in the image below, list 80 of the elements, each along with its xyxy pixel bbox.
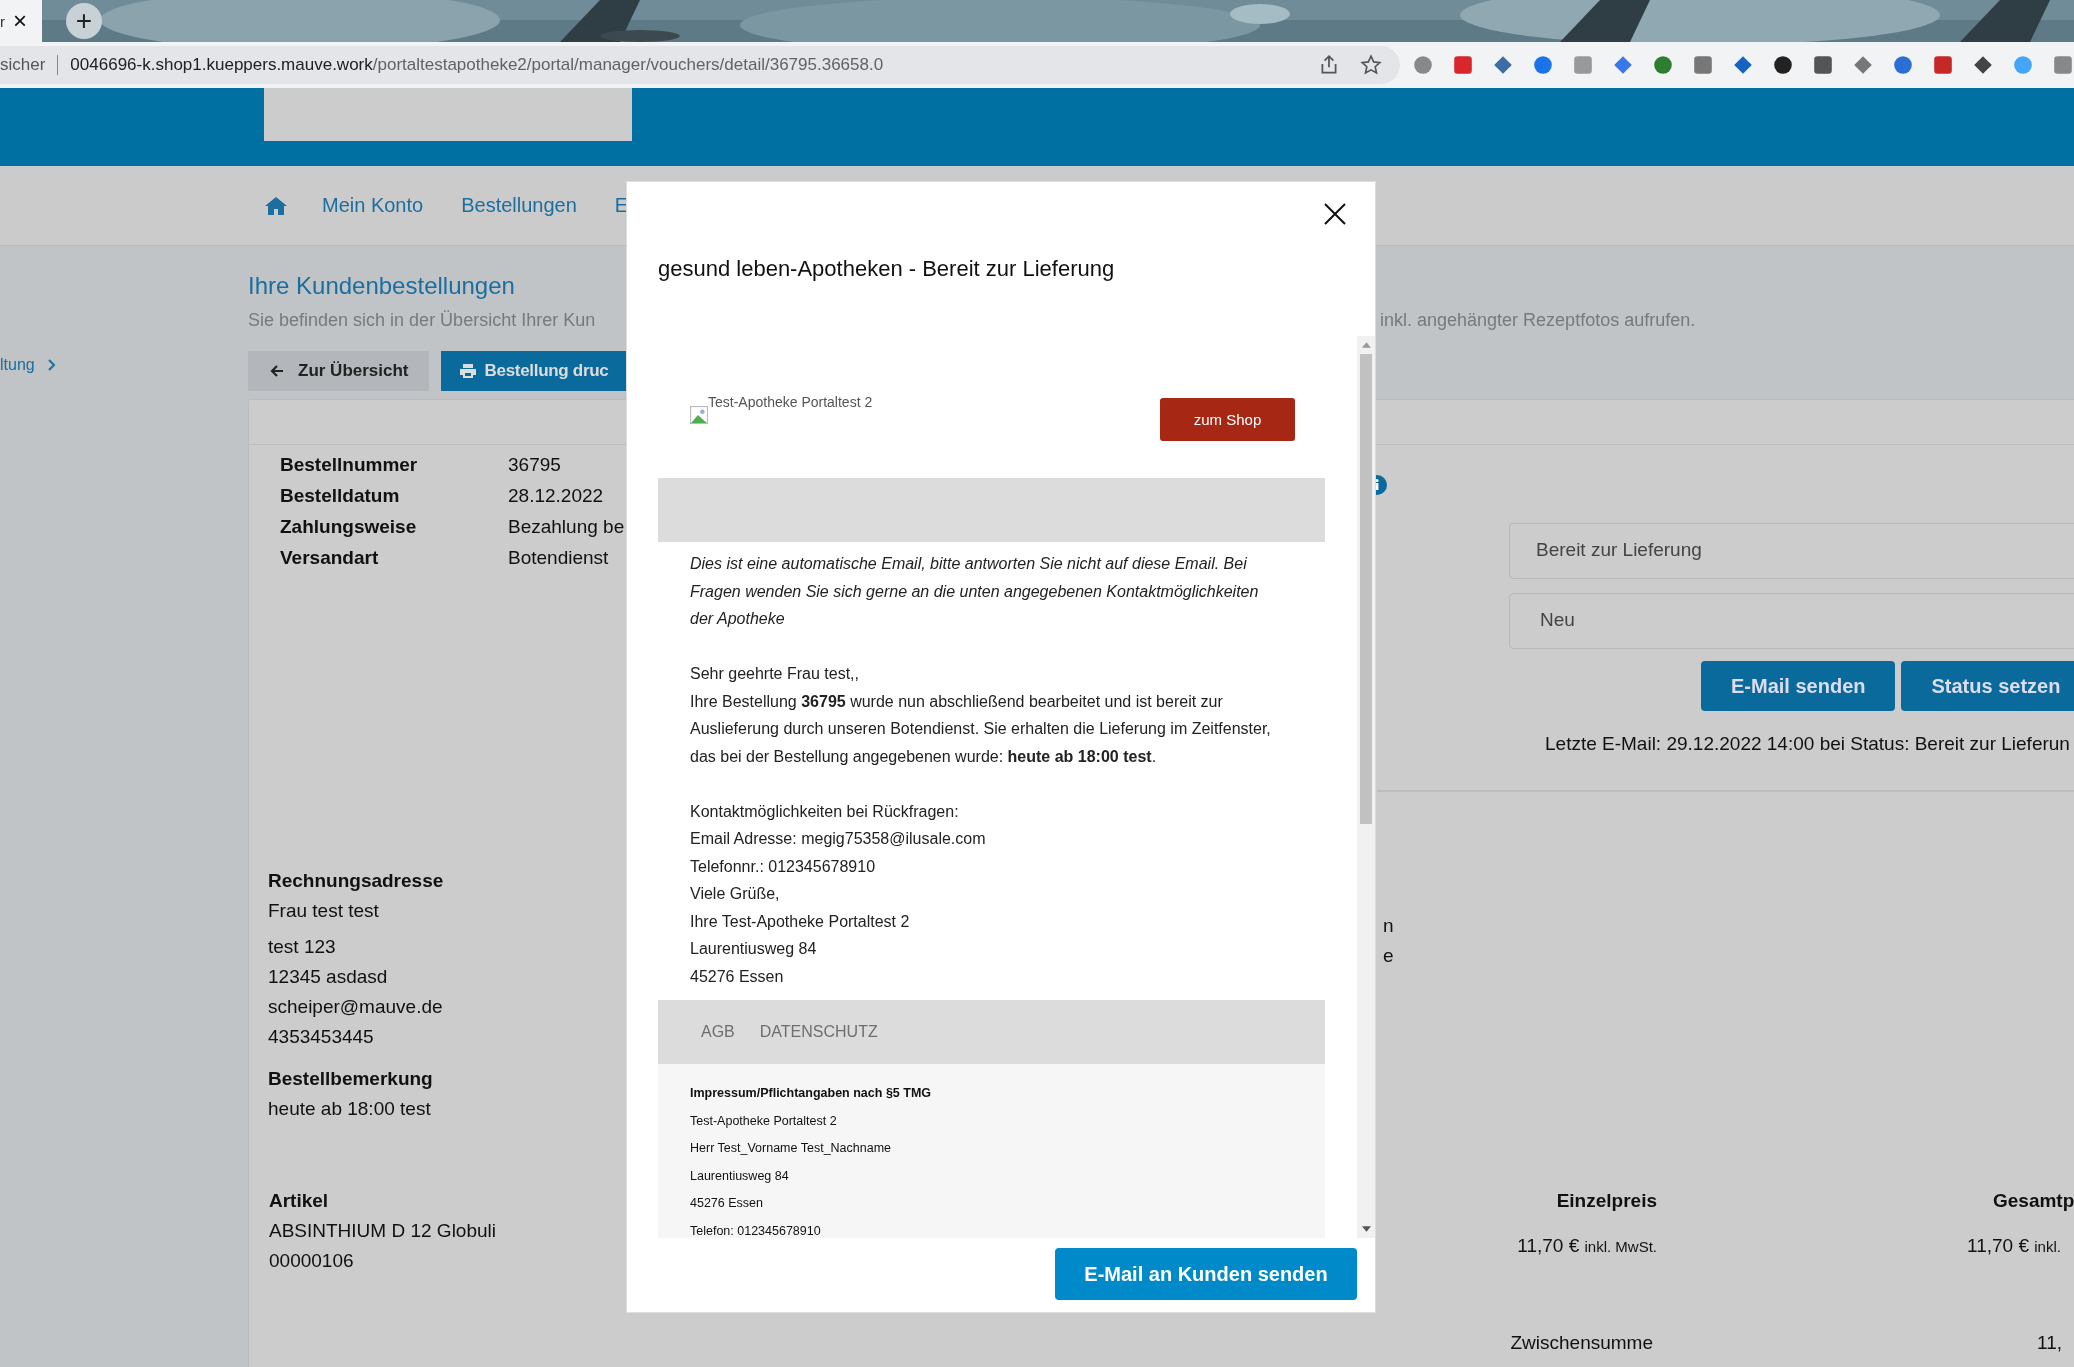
last-email-text: Letzte E-Mail: 29.12.2022 14:00 bei Status: Bereit zur Lieferun (1545, 733, 2070, 755)
action-button[interactable]: E-Mail senden (1701, 661, 1896, 711)
action-button[interactable]: Status setzen (1901, 661, 2074, 711)
home-icon[interactable] (264, 195, 288, 216)
address-line: Frau test test (268, 899, 380, 923)
address-line: test 123 (268, 935, 337, 959)
dialog-title: gesund leben-Apotheken - Bereit zur Lieferung (658, 256, 1116, 282)
column-heading: Einzelpreis (1555, 1189, 1657, 1213)
address-bar[interactable]: sicher 0046696-k.shop1.kueppers.mauve.work/portaltestapotheke2/portal/manager/vouchers/detail/36795.36658.0 (0, 46, 1400, 84)
back-button[interactable]: Zur Übersicht (248, 351, 429, 391)
page-title: Ihre Kundenbestellungen (248, 272, 516, 300)
article-name: ABSINTHIUM D 12 Globuli (269, 1219, 497, 1243)
browser-tab[interactable]: r × (0, 0, 42, 42)
detail-label: Bestelldatum (280, 485, 401, 507)
note-text: heute ab 18:00 test (268, 1097, 432, 1121)
contact-line: Ihre Test-Apotheke Portaltest 2 (690, 911, 911, 932)
page-subtitle: inkl. angehängter Rezeptfotos aufrufen. (1380, 310, 1697, 331)
section-heading: Bestellbemerkung (268, 1067, 434, 1091)
sidebar-link[interactable]: ltung (0, 356, 57, 374)
detail-label: Versandart (280, 547, 380, 569)
contact-line: Telefonnr.: 012345678910 (690, 856, 877, 877)
scrollbar[interactable] (1357, 336, 1375, 1238)
column-heading: Gesamtp (1992, 1189, 2074, 1213)
page-subtitle: Sie befinden sich in der Übersicht Ihrer Kun (248, 310, 597, 331)
notice-text: Dies ist eine automatische Email, bitte antworten Sie nicht auf diese Email. Bei Fragen wenden Sie sich gerne an die unten angegebenen Kontaktmöglichkeiten der Apotheke (690, 554, 1260, 629)
nav-link[interactable]: E (614, 194, 629, 217)
close-icon[interactable] (1323, 202, 1347, 226)
tab-title: r (0, 12, 5, 30)
impressum-heading: Impressum/Pflichtangaben nach §5 TMG (690, 1085, 933, 1102)
security-label: sicher (0, 55, 59, 75)
subtotal-value: 11, (2036, 1331, 2063, 1355)
printer-icon (458, 363, 477, 379)
shop-button[interactable]: zum Shop (1160, 398, 1295, 441)
impressum-line: Test-Apotheke Portaltest 2 (690, 1112, 838, 1130)
section-heading: Rechnungsadresse (268, 869, 445, 893)
contact-line: Viele Grüße, (690, 884, 781, 904)
impressum-line: 45276 Essen (690, 1195, 764, 1212)
contact-line: Kontaktmöglichkeiten bei Rückfragen: (690, 801, 960, 822)
send-email-button[interactable]: E-Mail an Kunden senden (1055, 1248, 1357, 1300)
nav-link[interactable]: Mein Konto (322, 194, 424, 217)
status-select[interactable]: Bereit zur Lieferung (1509, 523, 2074, 579)
detail-label: Bestellnummer (280, 454, 419, 476)
greeting-text: Sehr geehrte Frau test,, (690, 664, 860, 684)
footer-link[interactable]: DATENSCHUTZ (759, 1023, 878, 1041)
price-cell-text: 11,70 € inkl. (1967, 1235, 2062, 1257)
nav-link[interactable]: Bestellungen (461, 194, 577, 217)
subtotal-label: Zwischensumme (1509, 1331, 1654, 1355)
address-line: scheiper@mauve.de (268, 995, 444, 1019)
arrow-left-icon (268, 363, 286, 379)
detail-value: 36795 (508, 454, 562, 476)
scroll-up-icon[interactable] (1361, 342, 1371, 348)
extension-icon[interactable] (1972, 54, 1994, 76)
close-tab-button[interactable]: × (9, 7, 31, 35)
footer-link[interactable]: AGB (701, 1023, 735, 1041)
impressum-line: Herr Test_Vorname Test_Nachname (690, 1140, 893, 1157)
price-cell-text: 11,70 € inkl. MwSt. (1516, 1235, 1657, 1257)
url-text: 0046696-k.shop1.kueppers.mauve.work/portaltestapotheke2/portal/manager/vouchers/detail/36795.36658.0 (70, 55, 885, 75)
contact-line: 45276 Essen (690, 966, 785, 987)
contact-line: Laurentiusweg 84 (690, 939, 818, 959)
detail-label: Zahlungsweise (280, 516, 418, 538)
status-select[interactable]: Neu (1509, 593, 2074, 649)
text-fragment: n (1383, 914, 1395, 938)
broken-image: Test-Apotheke Portaltest 2 (690, 394, 873, 424)
detail-value: Botendienst (508, 547, 610, 569)
extension-icon[interactable] (1812, 54, 1834, 76)
address-line: 4353453445 (268, 1025, 375, 1049)
address-line: 12345 asdasd (268, 965, 389, 989)
star-icon[interactable] (1360, 54, 1382, 76)
impressum-line: Telefon: 012345678910 (690, 1222, 822, 1238)
article-number: 00000106 (269, 1249, 355, 1273)
impressum-line: Laurentiusweg 84 (690, 1167, 790, 1185)
chevron-right-icon (46, 358, 57, 372)
detail-value: Bezahlung be (508, 516, 626, 538)
message-text: Ihre Bestellung 36795 wurde nun abschließend bearbeitet und ist bereit zur Auslieferung durch unseren Botendienst. Sie erhalten die Lieferung im Zeitfenster, das bei der Bestellung angegebenen wurde: heute ab 18:00 test. (690, 691, 1272, 767)
contact-line: Email Adresse: megig75358@ilusale.com (690, 829, 987, 849)
detail-value: 28.12.2022 (508, 485, 605, 507)
extension-icon[interactable] (1772, 54, 1794, 76)
text-fragment: e (1383, 944, 1395, 968)
column-heading: Artikel (269, 1189, 330, 1213)
scroll-down-icon[interactable] (1361, 1226, 1371, 1232)
